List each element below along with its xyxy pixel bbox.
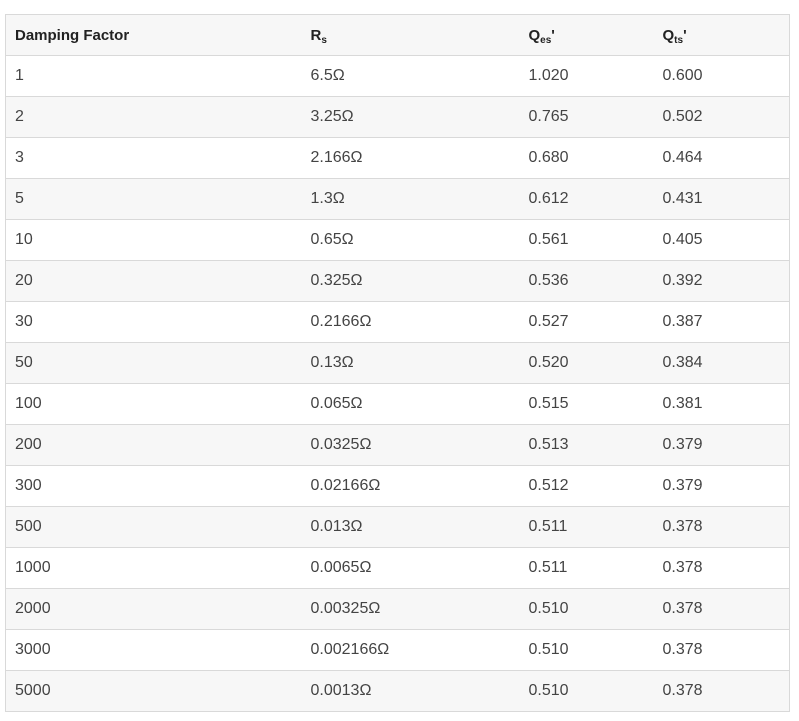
damping-factor-cell: 100 [5, 383, 302, 425]
damping-factor-cell: 300 [5, 465, 302, 507]
header-damping-factor: Damping Factor [5, 14, 302, 56]
qes-cell: 0.680 [519, 137, 654, 179]
qts-cell: 0.378 [653, 670, 790, 712]
rs-cell: 0.2166Ω [301, 301, 520, 343]
rs-cell: 0.0065Ω [301, 547, 520, 589]
damping-factor-cell: 20 [5, 260, 302, 302]
table-header-row: Damping Factor Rs Qes' Qts' [5, 14, 790, 56]
qes-cell: 0.511 [519, 547, 654, 589]
qes-cell: 0.515 [519, 383, 654, 425]
table-row: 10 0.65Ω 0.561 0.405 [5, 219, 790, 261]
table-row: 300 0.02166Ω 0.512 0.379 [5, 465, 790, 507]
qts-cell: 0.378 [653, 588, 790, 630]
rs-cell: 0.013Ω [301, 506, 520, 548]
qts-cell: 0.464 [653, 137, 790, 179]
rs-cell: 0.065Ω [301, 383, 520, 425]
damping-factor-cell: 2000 [5, 588, 302, 630]
qts-cell: 0.378 [653, 629, 790, 671]
rs-cell: 0.002166Ω [301, 629, 520, 671]
qts-cell: 0.379 [653, 465, 790, 507]
table-row: 2 3.25Ω 0.765 0.502 [5, 96, 790, 138]
damping-factor-cell: 200 [5, 424, 302, 466]
damping-factor-cell: 5000 [5, 670, 302, 712]
rs-cell: 2.166Ω [301, 137, 520, 179]
damping-factor-cell: 30 [5, 301, 302, 343]
qes-cell: 0.612 [519, 178, 654, 220]
damping-factor-cell: 1 [5, 55, 302, 97]
qts-cell: 0.387 [653, 301, 790, 343]
table-row: 5000 0.0013Ω 0.510 0.378 [5, 670, 790, 712]
qts-cell: 0.381 [653, 383, 790, 425]
header-qts: Qts' [653, 14, 790, 56]
rs-cell: 1.3Ω [301, 178, 520, 220]
rs-cell: 0.02166Ω [301, 465, 520, 507]
damping-factor-cell: 50 [5, 342, 302, 384]
table-row: 3 2.166Ω 0.680 0.464 [5, 137, 790, 179]
table-row: 5 1.3Ω 0.612 0.431 [5, 178, 790, 220]
damping-factor-cell: 5 [5, 178, 302, 220]
rs-cell: 0.0013Ω [301, 670, 520, 712]
qes-cell: 0.512 [519, 465, 654, 507]
qes-cell: 0.520 [519, 342, 654, 384]
rs-cell: 0.65Ω [301, 219, 520, 261]
damping-factor-cell: 500 [5, 506, 302, 548]
damping-factor-table-container: Damping Factor Rs Qes' Qts' 1 6.5Ω 1.020 0.… [5, 14, 790, 712]
qts-cell: 0.379 [653, 424, 790, 466]
qts-cell: 0.384 [653, 342, 790, 384]
table-row: 30 0.2166Ω 0.527 0.387 [5, 301, 790, 343]
qts-cell: 0.392 [653, 260, 790, 302]
qts-cell: 0.378 [653, 547, 790, 589]
qts-cell: 0.378 [653, 506, 790, 548]
qts-cell: 0.600 [653, 55, 790, 97]
rs-cell: 0.325Ω [301, 260, 520, 302]
table-row: 2000 0.00325Ω 0.510 0.378 [5, 588, 790, 630]
table-row: 500 0.013Ω 0.511 0.378 [5, 506, 790, 548]
qes-cell: 1.020 [519, 55, 654, 97]
qes-cell: 0.536 [519, 260, 654, 302]
rs-cell: 6.5Ω [301, 55, 520, 97]
qts-cell: 0.431 [653, 178, 790, 220]
qes-cell: 0.511 [519, 506, 654, 548]
header-qes: Qes' [519, 14, 654, 56]
qts-cell: 0.405 [653, 219, 790, 261]
table-row: 3000 0.002166Ω 0.510 0.378 [5, 629, 790, 671]
rs-cell: 3.25Ω [301, 96, 520, 138]
qes-cell: 0.510 [519, 588, 654, 630]
qes-cell: 0.510 [519, 670, 654, 712]
table-body: 1 6.5Ω 1.020 0.600 2 3.25Ω 0.765 0.502 3 2.166Ω 0.… [5, 55, 790, 712]
table-row: 1 6.5Ω 1.020 0.600 [5, 55, 790, 97]
table-row: 50 0.13Ω 0.520 0.384 [5, 342, 790, 384]
damping-factor-cell: 1000 [5, 547, 302, 589]
qes-cell: 0.510 [519, 629, 654, 671]
qes-cell: 0.513 [519, 424, 654, 466]
damping-factor-cell: 3 [5, 137, 302, 179]
damping-factor-cell: 10 [5, 219, 302, 261]
table-row: 20 0.325Ω 0.536 0.392 [5, 260, 790, 302]
rs-cell: 0.0325Ω [301, 424, 520, 466]
qes-cell: 0.765 [519, 96, 654, 138]
table-row: 200 0.0325Ω 0.513 0.379 [5, 424, 790, 466]
qes-cell: 0.527 [519, 301, 654, 343]
damping-factor-cell: 2 [5, 96, 302, 138]
qes-cell: 0.561 [519, 219, 654, 261]
rs-cell: 0.13Ω [301, 342, 520, 384]
table-row: 100 0.065Ω 0.515 0.381 [5, 383, 790, 425]
damping-factor-table: Damping Factor Rs Qes' Qts' 1 6.5Ω 1.020 0.… [5, 14, 790, 712]
table-row: 1000 0.0065Ω 0.511 0.378 [5, 547, 790, 589]
rs-cell: 0.00325Ω [301, 588, 520, 630]
damping-factor-cell: 3000 [5, 629, 302, 671]
header-rs: Rs [301, 14, 520, 56]
qts-cell: 0.502 [653, 96, 790, 138]
